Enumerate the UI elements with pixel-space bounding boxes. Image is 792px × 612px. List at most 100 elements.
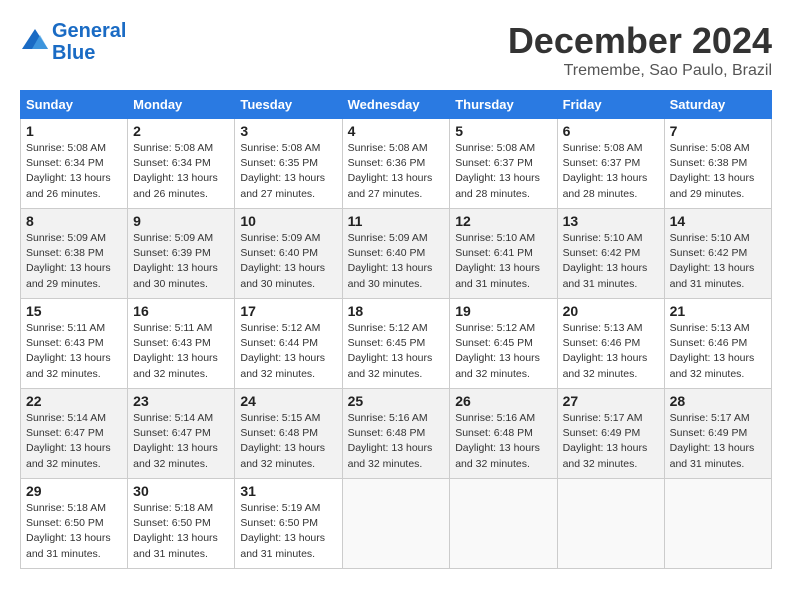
logo-text: General Blue <box>52 20 126 64</box>
day-number: 5 <box>455 123 551 139</box>
day-number: 8 <box>26 213 122 229</box>
calendar-week-row: 22 Sunrise: 5:14 AM Sunset: 6:47 PM Dayli… <box>21 389 772 479</box>
day-info: Sunrise: 5:12 AM Sunset: 6:45 PM Dayligh… <box>348 321 445 382</box>
calendar-day-cell: 5 Sunrise: 5:08 AM Sunset: 6:37 PM Daylig… <box>450 119 557 209</box>
day-info: Sunrise: 5:19 AM Sunset: 6:50 PM Dayligh… <box>240 501 336 562</box>
calendar-day-cell <box>342 479 450 569</box>
day-number: 9 <box>133 213 229 229</box>
day-info: Sunrise: 5:08 AM Sunset: 6:35 PM Dayligh… <box>240 141 336 202</box>
day-number: 21 <box>670 303 766 319</box>
day-number: 16 <box>133 303 229 319</box>
day-info: Sunrise: 5:08 AM Sunset: 6:38 PM Dayligh… <box>670 141 766 202</box>
day-number: 20 <box>563 303 659 319</box>
location: Tremembe, Sao Paulo, Brazil <box>508 62 772 80</box>
day-number: 11 <box>348 213 445 229</box>
day-info: Sunrise: 5:11 AM Sunset: 6:43 PM Dayligh… <box>133 321 229 382</box>
calendar-day-cell: 18Sunrise: 5:12 AM Sunset: 6:45 PM Dayli… <box>342 299 450 389</box>
calendar-week-row: 15 Sunrise: 5:11 AM Sunset: 6:43 PM Dayli… <box>21 299 772 389</box>
calendar-day-cell: 1 Sunrise: 5:08 AM Sunset: 6:34 PM Daylig… <box>21 119 128 209</box>
weekday-header-cell: Thursday <box>450 91 557 119</box>
day-info: Sunrise: 5:08 AM Sunset: 6:34 PM Dayligh… <box>26 141 122 202</box>
logo: General Blue <box>20 20 126 64</box>
calendar-day-cell: 8 Sunrise: 5:09 AM Sunset: 6:38 PM Daylig… <box>21 209 128 299</box>
calendar-table: SundayMondayTuesdayWednesdayThursdayFrid… <box>20 90 772 569</box>
calendar-week-row: 29 Sunrise: 5:18 AM Sunset: 6:50 PM Dayli… <box>21 479 772 569</box>
calendar-day-cell: 12 Sunrise: 5:10 AM Sunset: 6:41 PM Dayli… <box>450 209 557 299</box>
page-header: General Blue December 2024 Tremembe, Sao… <box>20 20 772 80</box>
day-info: Sunrise: 5:09 AM Sunset: 6:39 PM Dayligh… <box>133 231 229 292</box>
day-number: 4 <box>348 123 445 139</box>
day-number: 12 <box>455 213 551 229</box>
day-info: Sunrise: 5:18 AM Sunset: 6:50 PM Dayligh… <box>133 501 229 562</box>
calendar-day-cell: 23 Sunrise: 5:14 AM Sunset: 6:47 PM Dayli… <box>128 389 235 479</box>
calendar-day-cell: 21 Sunrise: 5:13 AM Sunset: 6:46 PM Dayli… <box>664 299 771 389</box>
calendar-day-cell: 19 Sunrise: 5:12 AM Sunset: 6:45 PM Dayli… <box>450 299 557 389</box>
calendar-day-cell: 31Sunrise: 5:19 AM Sunset: 6:50 PM Dayli… <box>235 479 342 569</box>
day-number: 15 <box>26 303 122 319</box>
weekday-header-cell: Monday <box>128 91 235 119</box>
day-info: Sunrise: 5:10 AM Sunset: 6:42 PM Dayligh… <box>563 231 659 292</box>
day-number: 7 <box>670 123 766 139</box>
calendar-day-cell: 17 Sunrise: 5:12 AM Sunset: 6:44 PM Dayli… <box>235 299 342 389</box>
calendar-day-cell: 28 Sunrise: 5:17 AM Sunset: 6:49 PM Dayli… <box>664 389 771 479</box>
weekday-header-cell: Saturday <box>664 91 771 119</box>
day-number: 22 <box>26 393 122 409</box>
calendar-day-cell: 27Sunrise: 5:17 AM Sunset: 6:49 PM Dayli… <box>557 389 664 479</box>
logo-line1: General <box>52 20 126 42</box>
calendar-day-cell: 25 Sunrise: 5:16 AM Sunset: 6:48 PM Dayli… <box>342 389 450 479</box>
day-number: 30 <box>133 483 229 499</box>
calendar-day-cell <box>664 479 771 569</box>
calendar-week-row: 8 Sunrise: 5:09 AM Sunset: 6:38 PM Daylig… <box>21 209 772 299</box>
day-number: 27 <box>563 393 659 409</box>
logo-line2: Blue <box>52 42 95 64</box>
day-number: 17 <box>240 303 336 319</box>
day-info: Sunrise: 5:13 AM Sunset: 6:46 PM Dayligh… <box>670 321 766 382</box>
calendar-day-cell: 22 Sunrise: 5:14 AM Sunset: 6:47 PM Dayli… <box>21 389 128 479</box>
calendar-day-cell: 30 Sunrise: 5:18 AM Sunset: 6:50 PM Dayli… <box>128 479 235 569</box>
day-info: Sunrise: 5:16 AM Sunset: 6:48 PM Dayligh… <box>455 411 551 472</box>
calendar-day-cell: 15Sunrise: 5:11 AM Sunset: 6:43 PM Dayli… <box>21 299 128 389</box>
calendar-day-cell: 16 Sunrise: 5:11 AM Sunset: 6:43 PM Dayli… <box>128 299 235 389</box>
day-info: Sunrise: 5:12 AM Sunset: 6:45 PM Dayligh… <box>455 321 551 382</box>
day-info: Sunrise: 5:14 AM Sunset: 6:47 PM Dayligh… <box>26 411 122 472</box>
day-number: 6 <box>563 123 659 139</box>
day-info: Sunrise: 5:10 AM Sunset: 6:41 PM Dayligh… <box>455 231 551 292</box>
day-number: 25 <box>348 393 445 409</box>
calendar-body: 1 Sunrise: 5:08 AM Sunset: 6:34 PM Daylig… <box>21 119 772 569</box>
day-number: 2 <box>133 123 229 139</box>
title-block: December 2024 Tremembe, Sao Paulo, Brazi… <box>508 20 772 80</box>
calendar-day-cell: 7 Sunrise: 5:08 AM Sunset: 6:38 PM Daylig… <box>664 119 771 209</box>
day-info: Sunrise: 5:08 AM Sunset: 6:37 PM Dayligh… <box>455 141 551 202</box>
day-info: Sunrise: 5:17 AM Sunset: 6:49 PM Dayligh… <box>670 411 766 472</box>
calendar-day-cell: 2Sunrise: 5:08 AM Sunset: 6:34 PM Daylig… <box>128 119 235 209</box>
day-info: Sunrise: 5:12 AM Sunset: 6:44 PM Dayligh… <box>240 321 336 382</box>
day-info: Sunrise: 5:09 AM Sunset: 6:40 PM Dayligh… <box>240 231 336 292</box>
calendar-day-cell: 26 Sunrise: 5:16 AM Sunset: 6:48 PM Dayli… <box>450 389 557 479</box>
day-number: 26 <box>455 393 551 409</box>
calendar-day-cell: 10 Sunrise: 5:09 AM Sunset: 6:40 PM Dayli… <box>235 209 342 299</box>
day-number: 3 <box>240 123 336 139</box>
day-number: 14 <box>670 213 766 229</box>
day-number: 1 <box>26 123 122 139</box>
day-info: Sunrise: 5:18 AM Sunset: 6:50 PM Dayligh… <box>26 501 122 562</box>
calendar-day-cell: 9 Sunrise: 5:09 AM Sunset: 6:39 PM Daylig… <box>128 209 235 299</box>
day-info: Sunrise: 5:13 AM Sunset: 6:46 PM Dayligh… <box>563 321 659 382</box>
weekday-header-cell: Friday <box>557 91 664 119</box>
day-info: Sunrise: 5:08 AM Sunset: 6:37 PM Dayligh… <box>563 141 659 202</box>
day-info: Sunrise: 5:10 AM Sunset: 6:42 PM Dayligh… <box>670 231 766 292</box>
day-number: 23 <box>133 393 229 409</box>
day-info: Sunrise: 5:09 AM Sunset: 6:38 PM Dayligh… <box>26 231 122 292</box>
day-info: Sunrise: 5:09 AM Sunset: 6:40 PM Dayligh… <box>348 231 445 292</box>
day-info: Sunrise: 5:14 AM Sunset: 6:47 PM Dayligh… <box>133 411 229 472</box>
day-number: 10 <box>240 213 336 229</box>
day-number: 29 <box>26 483 122 499</box>
calendar-day-cell: 24Sunrise: 5:15 AM Sunset: 6:48 PM Dayli… <box>235 389 342 479</box>
calendar-day-cell: 29 Sunrise: 5:18 AM Sunset: 6:50 PM Dayli… <box>21 479 128 569</box>
calendar-day-cell: 20 Sunrise: 5:13 AM Sunset: 6:46 PM Dayli… <box>557 299 664 389</box>
day-info: Sunrise: 5:08 AM Sunset: 6:36 PM Dayligh… <box>348 141 445 202</box>
calendar-day-cell: 13Sunrise: 5:10 AM Sunset: 6:42 PM Dayli… <box>557 209 664 299</box>
day-number: 28 <box>670 393 766 409</box>
day-number: 19 <box>455 303 551 319</box>
logo-icon <box>20 27 50 57</box>
day-info: Sunrise: 5:16 AM Sunset: 6:48 PM Dayligh… <box>348 411 445 472</box>
